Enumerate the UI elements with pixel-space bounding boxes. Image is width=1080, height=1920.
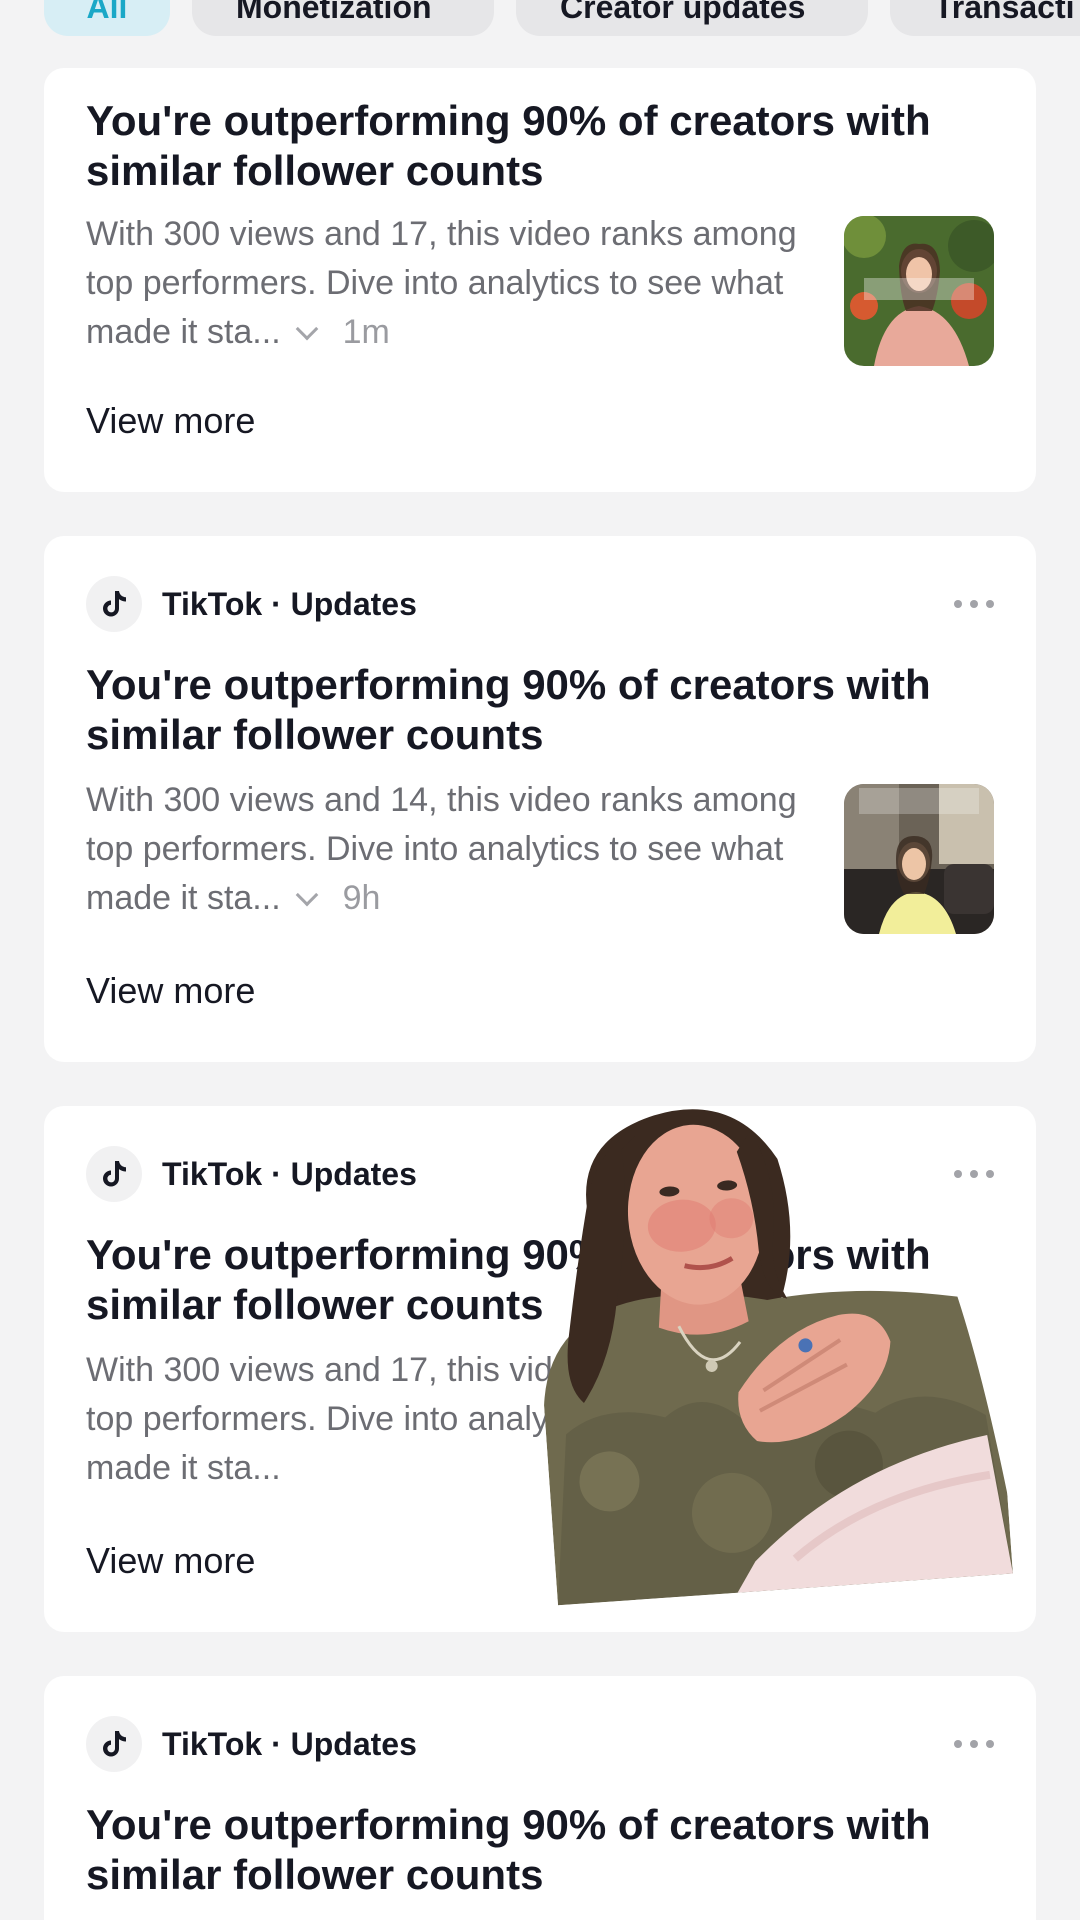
sender-name: TikTok · Updates	[162, 1725, 417, 1762]
creator-overlay-photo	[523, 1075, 1013, 1606]
notification-card[interactable]: TikTok · Updates You're outperforming 90…	[44, 1676, 1036, 1920]
more-dots-icon[interactable]	[954, 594, 994, 614]
tiktok-note-icon	[103, 1731, 126, 1757]
tiktok-avatar	[86, 576, 142, 632]
notification-title: You're outperforming 90% of creators wit…	[86, 1801, 931, 1898]
tiktok-avatar	[86, 1146, 142, 1202]
more-dots-icon[interactable]	[954, 1734, 994, 1754]
timestamp: 9h	[342, 879, 381, 917]
filter-tabs: All Monetization Creator updates Transac…	[44, 0, 1080, 36]
view-more-link[interactable]: View more	[86, 970, 255, 1012]
sender-name: TikTok · Updates	[162, 1155, 417, 1192]
tab-all[interactable]: All	[44, 0, 170, 36]
video-thumbnail[interactable]	[844, 784, 994, 934]
notification-description: With 300 views and 17, this video ranks …	[86, 210, 826, 357]
notification-card[interactable]: You're outperforming 90% of creators wit…	[44, 68, 1036, 492]
timestamp: 1m	[342, 313, 390, 351]
tiktok-note-icon	[103, 591, 126, 617]
tab-transactions[interactable]: Transacti	[890, 0, 1080, 36]
notification-card[interactable]: TikTok · Updates You're outperforming 90…	[44, 536, 1036, 1062]
description-text: With 300 views and 14, this video ranks …	[86, 781, 797, 917]
view-more-link[interactable]: View more	[86, 1540, 255, 1582]
sender-name: TikTok · Updates	[162, 585, 417, 622]
chevron-down-icon[interactable]	[295, 317, 318, 341]
view-more-link[interactable]: View more	[86, 400, 255, 442]
video-thumbnail[interactable]	[844, 216, 994, 366]
tab-creator-updates[interactable]: Creator updates	[516, 0, 868, 36]
notification-description: With 300 views and 14, this video ranks …	[86, 776, 826, 923]
chevron-down-icon[interactable]	[295, 883, 318, 907]
tiktok-avatar	[86, 1716, 142, 1772]
notifications-page: { "filters": [ {"label": "All", "active"…	[0, 0, 1080, 1920]
tab-monetization[interactable]: Monetization	[192, 0, 494, 36]
notification-title: You're outperforming 90% of creators wit…	[86, 661, 931, 758]
description-text: With 300 views and 17, this video ranks …	[86, 215, 797, 351]
tiktok-note-icon	[103, 1161, 126, 1187]
notification-title: You're outperforming 90% of creators wit…	[86, 97, 931, 194]
